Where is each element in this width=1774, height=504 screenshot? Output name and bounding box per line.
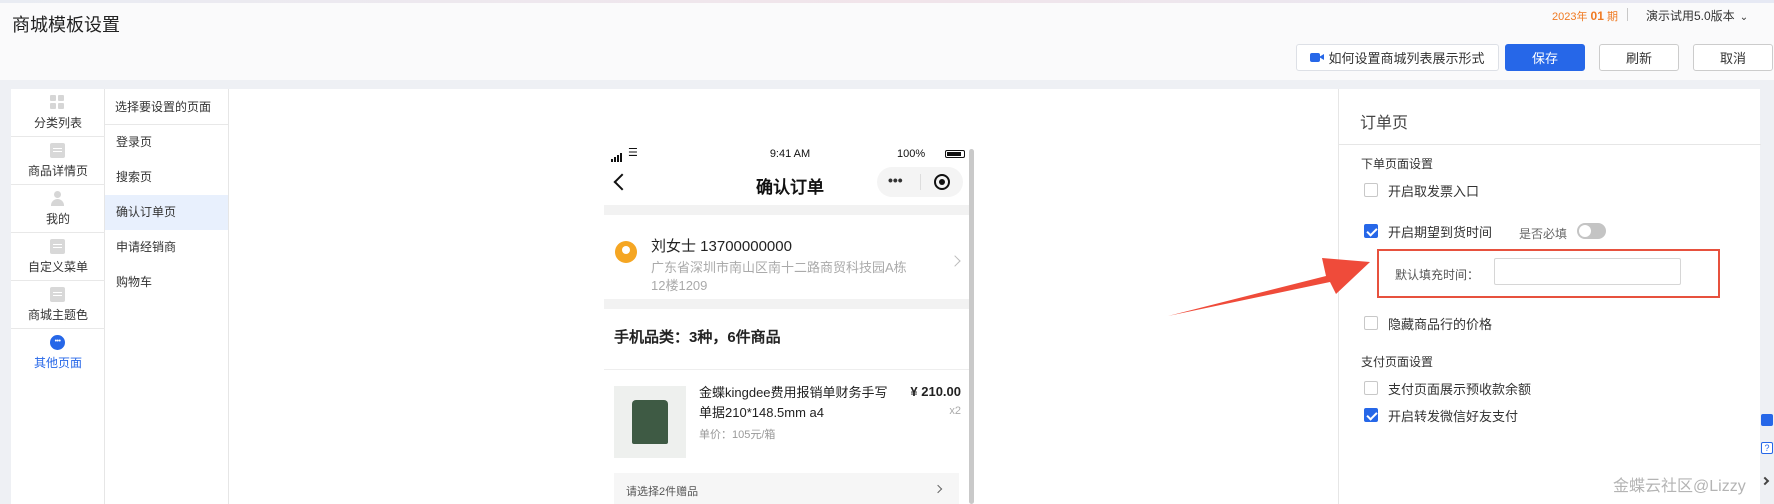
help-icon[interactable]: ? <box>1761 442 1773 454</box>
annotation-arrow <box>1168 258 1370 316</box>
side-toolbar: ? <box>1760 400 1774 504</box>
chevron-right-icon[interactable] <box>1760 476 1770 486</box>
chat-icon[interactable] <box>1761 414 1773 426</box>
watermark: 金蝶云社区@Lizzy <box>1613 478 1746 495</box>
